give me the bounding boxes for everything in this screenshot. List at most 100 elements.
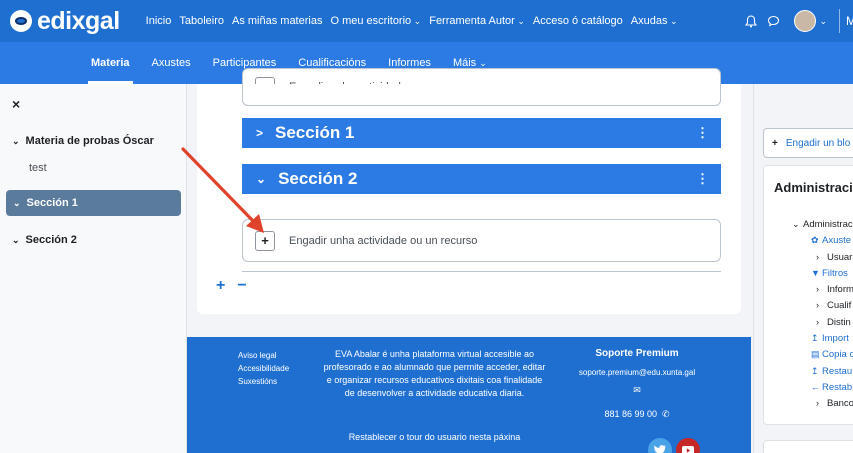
nav-item-inicio[interactable]: Inicio xyxy=(146,15,172,27)
section-count-controls: + − xyxy=(216,277,259,295)
support-title: Soporte Premium xyxy=(595,348,679,359)
close-drawer-button[interactable]: × xyxy=(12,96,20,112)
admin-tree-label: Administrac xyxy=(803,219,853,230)
upload-icon: ↥ xyxy=(811,365,819,376)
admin-tree-item-grades[interactable]: › Cualif xyxy=(792,297,853,313)
course-index-drawer: × ⌄ Materia de probas Óscar test ⌄ Sección… xyxy=(0,84,187,453)
section-1-label: Sección 1 xyxy=(26,197,78,209)
course-name: Materia de probas Óscar xyxy=(25,135,154,147)
chevron-down-icon: ⌄ xyxy=(479,57,487,68)
support-phone[interactable]: 881 86 99 00 xyxy=(604,409,657,419)
admin-tree-item-root[interactable]: ⌄ Administrac xyxy=(792,216,853,232)
add-block-button[interactable]: + Engadir un blo xyxy=(763,128,853,158)
support-email[interactable]: soporte.premium@edu.xunta.gal xyxy=(574,368,700,377)
section-1-header[interactable]: > Sección 1 ⋮ xyxy=(242,118,721,148)
admin-tree-label: Copia c xyxy=(822,349,853,361)
filter-icon: ▼ xyxy=(811,267,820,278)
footer-description: EVA Abalar é unha plataforma virtual acc… xyxy=(323,349,546,398)
remove-section-button[interactable]: − xyxy=(237,277,246,294)
kebab-menu-icon[interactable]: ⋮ xyxy=(696,171,709,187)
next-block xyxy=(763,440,853,453)
course-index-item-test[interactable]: test xyxy=(29,162,47,174)
footer-links: Aviso legal Accesibilidade Suxestións xyxy=(238,349,289,388)
admin-tree-item-reset[interactable]: ← Restab xyxy=(792,379,853,395)
admin-tree-item-reports[interactable]: › Inform xyxy=(792,281,853,297)
admin-tree-label: Distin xyxy=(827,316,851,328)
arrow-left-icon: ← xyxy=(811,381,820,392)
nav-item-my-desktop[interactable]: O meu escritorio xyxy=(330,15,421,27)
admin-tree-label: Cualif xyxy=(827,300,852,312)
admin-tree-label: Import xyxy=(822,333,849,345)
nav-item-taboleiro[interactable]: Taboleiro xyxy=(179,15,224,27)
section-2-title: Sección 2 xyxy=(278,169,358,188)
admin-tree-label: Restab xyxy=(822,381,853,393)
kebab-menu-icon[interactable]: ⋮ xyxy=(696,125,709,141)
add-section-button[interactable]: + xyxy=(216,277,225,294)
logo-eye-icon xyxy=(10,10,32,32)
reset-tour-link[interactable]: Restablecer o tour do usuario nesta páxi… xyxy=(322,432,547,442)
admin-tree-item-question-bank[interactable]: › Banco xyxy=(792,395,853,411)
administration-title: Administración xyxy=(774,180,853,195)
admin-tree-label: Filtros xyxy=(822,267,848,279)
admin-tree-item-users[interactable]: › Usuar xyxy=(792,249,853,265)
nav-item-my-subjects[interactable]: As miñas materias xyxy=(232,15,322,27)
course-index-title[interactable]: ⌄ Materia de probas Óscar xyxy=(12,135,154,147)
bell-icon[interactable] xyxy=(744,14,758,28)
chevron-down-icon: ⌄ xyxy=(12,136,20,146)
add-activity-box-bottom-edge xyxy=(242,84,721,106)
admin-tree-item-import[interactable]: ↥ Import xyxy=(792,330,853,346)
course-index-section-2[interactable]: ⌄ Sección 2 xyxy=(12,234,77,246)
phone-icon: ✆ xyxy=(662,409,670,419)
chevron-right-icon: › xyxy=(816,316,819,327)
chevron-down-icon: ⌄ xyxy=(13,197,21,208)
section-2-header[interactable]: ⌄ Sección 2 ⋮ xyxy=(242,164,721,194)
tab-axustes[interactable]: Axustes xyxy=(141,42,202,84)
youtube-icon[interactable] xyxy=(676,438,700,453)
admin-tree-item-filters[interactable]: ▼ Filtros xyxy=(792,265,853,281)
support-block: Soporte Premium soporte.premium@edu.xunt… xyxy=(574,348,700,420)
section-divider xyxy=(242,271,721,272)
twitter-icon[interactable] xyxy=(648,438,672,453)
admin-tree-item-backup[interactable]: ▤ Copia c xyxy=(792,346,853,362)
tab-materia[interactable]: Materia xyxy=(80,42,141,84)
footer-link-suggestions[interactable]: Suxestións xyxy=(238,375,289,388)
admin-tree-item-settings[interactable]: ✿ Axuste xyxy=(792,232,853,248)
footer-link-legal[interactable]: Aviso legal xyxy=(238,349,289,362)
nav-item-catalog[interactable]: Acceso ó catálogo xyxy=(533,15,623,27)
chevron-down-icon: ⌄ xyxy=(792,219,800,229)
annotation-arrow-icon xyxy=(181,147,264,233)
top-navbar: edixgal Inicio Taboleiro As miñas materi… xyxy=(0,0,853,42)
gear-icon: ✿ xyxy=(811,235,819,246)
import-icon: ↥ xyxy=(811,333,819,344)
admin-tree-label: Banco xyxy=(827,398,853,410)
admin-tree-item-badges[interactable]: › Distin xyxy=(792,314,853,330)
chevron-right-icon: › xyxy=(816,300,819,311)
chevron-right-icon: › xyxy=(816,251,819,262)
course-index-section-1[interactable]: ⌄ Sección 1 xyxy=(6,190,181,216)
user-name-initial[interactable]: M xyxy=(839,9,853,33)
site-logo[interactable]: edixgal xyxy=(10,7,120,36)
admin-tree-label: Usuar xyxy=(827,251,853,263)
chevron-right-icon: › xyxy=(816,284,819,295)
add-activity-label: Engadir unha actividade ou un recurso xyxy=(289,234,478,247)
plus-icon: + xyxy=(772,137,778,149)
admin-tree-label: Axuste xyxy=(822,235,852,247)
nav-item-author-tool[interactable]: Ferramenta Autor xyxy=(429,15,525,27)
add-block-label: Engadir un blo xyxy=(785,137,851,149)
admin-tree-item-restore[interactable]: ↥ Restau xyxy=(792,363,853,379)
footer-link-accessibility[interactable]: Accesibilidade xyxy=(238,362,289,375)
primary-nav: Inicio Taboleiro As miñas materias O meu… xyxy=(146,15,686,27)
chat-icon[interactable] xyxy=(766,14,780,28)
section-2-label: Sección 2 xyxy=(25,234,77,246)
chevron-down-icon[interactable]: ⌄ xyxy=(819,16,827,27)
chevron-right-icon: › xyxy=(816,398,819,409)
section-1-title: Sección 1 xyxy=(275,123,355,142)
brand-name: edixgal xyxy=(37,6,120,35)
admin-tree-label: Restau xyxy=(822,365,853,377)
add-activity-button[interactable]: + Engadir unha actividade ou un recurso xyxy=(242,219,721,262)
user-avatar[interactable] xyxy=(794,10,817,32)
nav-item-help[interactable]: Axudas xyxy=(631,15,678,27)
page-footer: Aviso legal Accesibilidade Suxestións EV… xyxy=(187,337,751,453)
chevron-down-icon: ⌄ xyxy=(12,235,20,245)
envelope-icon: ✉ xyxy=(633,385,641,395)
